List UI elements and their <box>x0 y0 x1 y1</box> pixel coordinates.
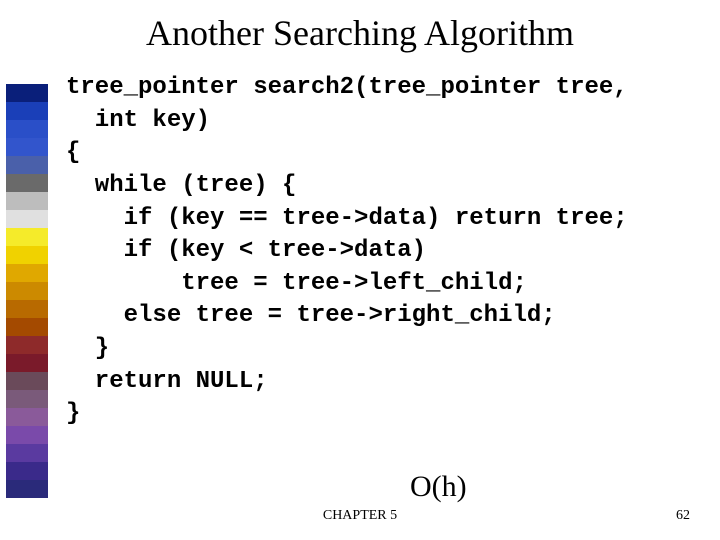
code-line: while (tree) { <box>66 172 296 199</box>
color-block <box>6 264 48 282</box>
color-block <box>6 138 48 156</box>
color-block <box>6 426 48 444</box>
color-block <box>6 354 48 372</box>
color-block <box>6 372 48 390</box>
code-line: return NULL; <box>66 368 268 395</box>
code-block: tree_pointer search2(tree_pointer tree, … <box>66 72 716 431</box>
code-line: else tree = tree->right_child; <box>66 302 556 329</box>
color-block <box>6 480 48 498</box>
code-line: int key) <box>66 107 210 134</box>
code-line: } <box>66 335 109 362</box>
color-block <box>6 408 48 426</box>
code-line: if (key < tree->data) <box>66 237 426 264</box>
decorative-sidebar <box>6 84 48 498</box>
color-block <box>6 192 48 210</box>
complexity-annotation: O(h) <box>410 470 467 504</box>
chapter-label: CHAPTER 5 <box>323 508 397 524</box>
color-block <box>6 282 48 300</box>
color-block <box>6 210 48 228</box>
code-line: { <box>66 139 80 166</box>
page-number: 62 <box>676 508 690 524</box>
color-block <box>6 84 48 102</box>
code-line: tree = tree->left_child; <box>66 270 527 297</box>
color-block <box>6 444 48 462</box>
color-block <box>6 246 48 264</box>
color-block <box>6 318 48 336</box>
code-line: tree_pointer search2(tree_pointer tree, <box>66 74 628 101</box>
color-block <box>6 174 48 192</box>
slide-title: Another Searching Algorithm <box>0 0 720 68</box>
code-line: if (key == tree->data) return tree; <box>66 205 628 232</box>
color-block <box>6 336 48 354</box>
color-block <box>6 156 48 174</box>
color-block <box>6 120 48 138</box>
color-block <box>6 102 48 120</box>
color-block <box>6 300 48 318</box>
color-block <box>6 390 48 408</box>
code-line: } <box>66 400 80 427</box>
color-block <box>6 462 48 480</box>
color-block <box>6 228 48 246</box>
